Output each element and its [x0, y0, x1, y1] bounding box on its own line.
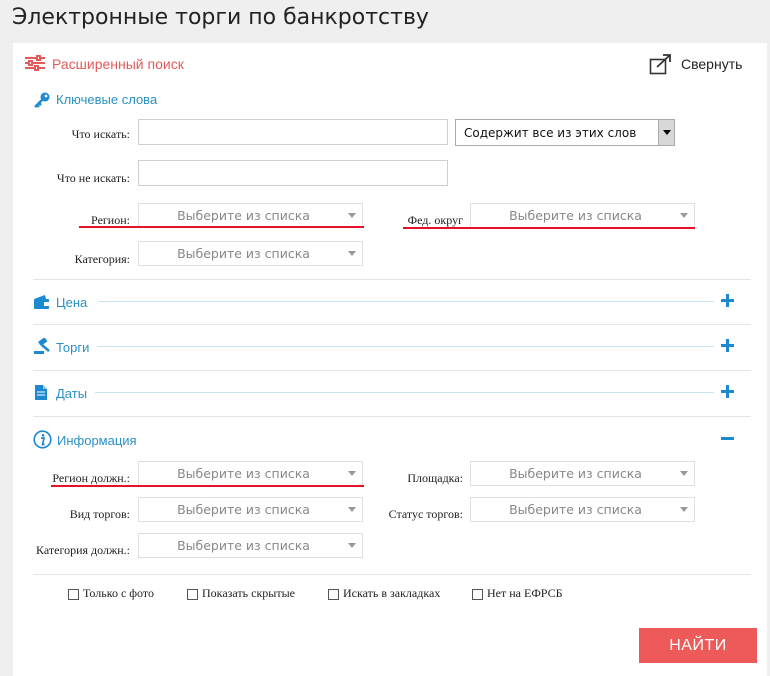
info-icon: [33, 430, 52, 449]
auction-type-select-value: Выберите из списка: [177, 502, 310, 517]
red-underline: [51, 485, 364, 487]
search-bookmarks-label[interactable]: Искать в закладках: [343, 586, 440, 601]
not-on-efrsb-label[interactable]: Нет на ЕФРСБ: [487, 586, 563, 601]
platform-select[interactable]: Выберите из списка: [470, 461, 695, 486]
divider: [33, 416, 751, 417]
chevron-down-icon: [680, 507, 688, 512]
dates-section-toggle[interactable]: Даты: [56, 386, 87, 401]
what-search-label: Что искать:: [71, 127, 130, 141]
region-select[interactable]: Выберите из списка: [138, 203, 363, 228]
what-search-input[interactable]: [138, 119, 448, 145]
divider: [33, 324, 751, 325]
match-mode-select[interactable]: Содержит все из этих слов: [455, 119, 675, 146]
federal-district-select[interactable]: Выберите из списка: [470, 203, 695, 228]
auction-status-label: Статус торгов:: [388, 507, 463, 521]
section-line: [95, 392, 714, 393]
divider: [33, 370, 751, 371]
platform-select-value: Выберите из списка: [509, 466, 642, 481]
search-panel: Расширенный поиск Свернуть Ключевые слов…: [13, 43, 767, 676]
dropdown-arrow-icon: [658, 120, 674, 145]
section-line: [97, 346, 714, 347]
only-photo-label[interactable]: Только с фото: [83, 586, 154, 601]
key-icon: [34, 92, 50, 108]
exclude-label: Что не искать:: [56, 171, 130, 185]
expand-plus-icon[interactable]: [721, 339, 734, 352]
chevron-down-icon: [348, 507, 356, 512]
filter-sliders-icon[interactable]: [24, 55, 46, 71]
page-title: Электронные торги по банкротству: [12, 5, 429, 30]
show-hidden-checkbox[interactable]: [187, 589, 198, 600]
collapse-button[interactable]: Свернуть: [681, 56, 742, 72]
auction-status-select[interactable]: Выберите из списка: [470, 497, 695, 522]
collapse-window-icon[interactable]: [649, 53, 673, 75]
auction-type-label: Вид торгов:: [69, 507, 130, 521]
advanced-search-toggle[interactable]: Расширенный поиск: [52, 56, 184, 72]
federal-district-select-value: Выберите из списка: [509, 208, 642, 223]
chevron-down-icon: [680, 471, 688, 476]
category-select[interactable]: Выберите из списка: [138, 241, 363, 266]
region-select-value: Выберите из списка: [177, 208, 310, 223]
search-bookmarks-checkbox[interactable]: [328, 589, 339, 600]
only-photo-checkbox[interactable]: [68, 589, 79, 600]
chevron-down-icon: [348, 471, 356, 476]
red-underline: [403, 227, 695, 229]
wallet-icon: [34, 295, 49, 309]
auction-status-select-value: Выберите из списка: [509, 502, 642, 517]
gavel-icon: [34, 338, 50, 354]
expand-plus-icon[interactable]: [721, 385, 734, 398]
info-section-toggle[interactable]: Информация: [57, 433, 137, 448]
divider: [33, 574, 751, 575]
debtor-category-select[interactable]: Выберите из списка: [138, 533, 363, 558]
collapse-minus-icon[interactable]: [721, 437, 734, 440]
keywords-section-title: Ключевые слова: [56, 92, 158, 107]
chevron-down-icon: [348, 213, 356, 218]
auction-type-select[interactable]: Выберите из списка: [138, 497, 363, 522]
debtor-category-label: Категория должн.:: [36, 543, 130, 557]
document-icon: [35, 385, 47, 400]
section-line: [99, 301, 714, 302]
category-label: Категория:: [74, 252, 130, 266]
match-mode-value: Содержит все из этих слов: [464, 126, 637, 140]
search-submit-button[interactable]: НАЙТИ: [639, 628, 757, 663]
chevron-down-icon: [348, 251, 356, 256]
federal-district-label: Фед. округ: [407, 213, 463, 227]
platform-label: Площадка:: [407, 471, 463, 485]
chevron-down-icon: [348, 543, 356, 548]
debtor-category-select-value: Выберите из списка: [177, 538, 310, 553]
price-section-toggle[interactable]: Цена: [56, 295, 87, 310]
debtor-region-label: Регион должн.:: [52, 471, 130, 485]
debtor-region-select-value: Выберите из списка: [177, 466, 310, 481]
divider: [33, 279, 751, 280]
show-hidden-label[interactable]: Показать скрытые: [202, 586, 295, 601]
not-on-efrsb-checkbox[interactable]: [472, 589, 483, 600]
exclude-input[interactable]: [138, 160, 448, 186]
red-underline: [79, 226, 364, 228]
auctions-section-toggle[interactable]: Торги: [56, 340, 89, 355]
expand-plus-icon[interactable]: [721, 294, 734, 307]
debtor-region-select[interactable]: Выберите из списка: [138, 461, 363, 486]
category-select-value: Выберите из списка: [177, 246, 310, 261]
chevron-down-icon: [680, 213, 688, 218]
